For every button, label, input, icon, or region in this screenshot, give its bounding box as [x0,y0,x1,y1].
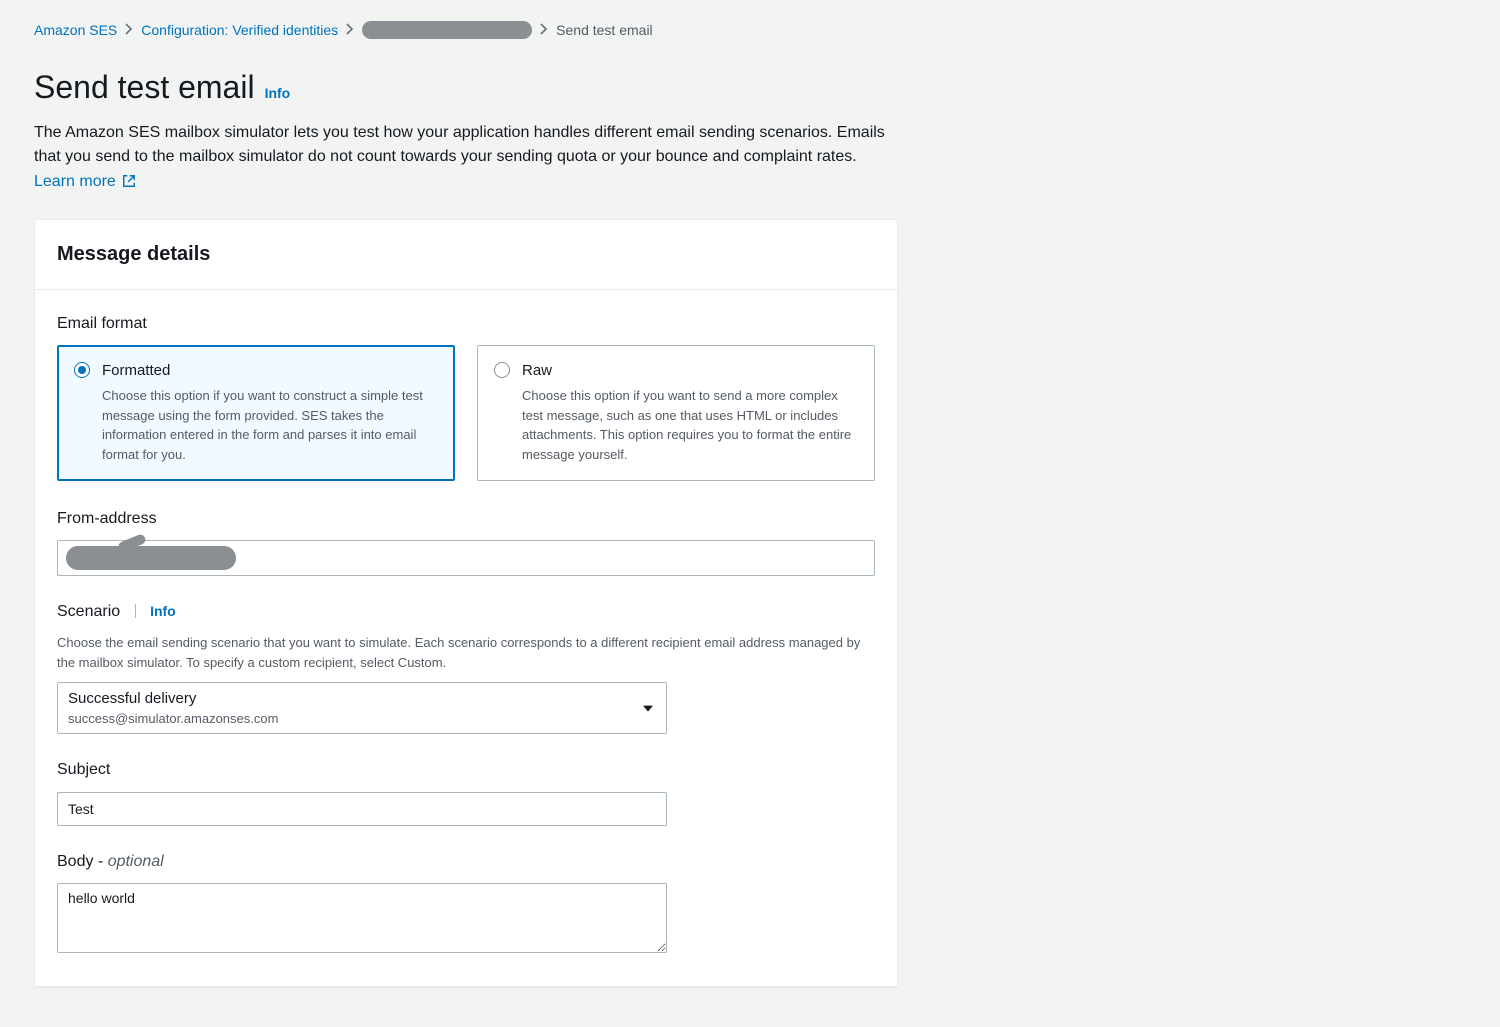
chevron-right-icon [346,20,354,40]
email-format-section: Email format Formatted Choose this optio… [57,312,875,481]
breadcrumb-current: Send test email [556,20,653,40]
from-address-redacted [66,546,236,570]
external-link-icon [122,172,136,197]
scenario-selected-sub: success@simulator.amazonses.com [68,710,630,729]
scenario-desc: Choose the email sending scenario that y… [57,633,875,672]
email-format-option-formatted[interactable]: Formatted Choose this option if you want… [57,345,455,481]
panel-title: Message details [57,240,875,269]
radio-selected-icon [74,362,90,378]
body-optional-label: optional [108,853,164,870]
message-details-panel: Message details Email format Formatted C… [34,219,898,987]
breadcrumb-identity-redacted [362,21,532,39]
body-section: Body - optional [57,850,875,958]
from-address-section: From-address [57,507,875,576]
subject-label: Subject [57,758,875,781]
breadcrumb-link-service[interactable]: Amazon SES [34,20,117,40]
caret-down-icon [643,706,653,712]
option-formatted-title: Formatted [102,360,438,382]
scenario-selected-label: Successful delivery [68,688,630,710]
body-textarea[interactable] [57,883,667,953]
email-format-label: Email format [57,312,875,335]
email-format-option-raw[interactable]: Raw Choose this option if you want to se… [477,345,875,481]
scenario-info-link[interactable]: Info [150,603,176,619]
scenario-select[interactable]: Successful delivery success@simulator.am… [57,682,667,734]
chevron-right-icon [125,20,133,40]
from-address-input[interactable] [57,540,875,576]
breadcrumb-link-config[interactable]: Configuration: Verified identities [141,20,338,40]
radio-unselected-icon [494,362,510,378]
page-description: The Amazon SES mailbox simulator lets yo… [34,121,894,197]
scenario-section: Scenario Info Choose the email sending s… [57,600,875,734]
body-label: Body - [57,853,108,870]
breadcrumb: Amazon SES Configuration: Verified ident… [34,16,1466,50]
info-link[interactable]: Info [265,83,291,103]
subject-input[interactable] [57,792,667,826]
scenario-label: Scenario [57,603,120,620]
from-address-label: From-address [57,507,875,530]
subject-section: Subject [57,758,875,825]
page-title: Send test email [34,64,255,110]
learn-more-link[interactable]: Learn more [34,173,136,190]
option-raw-desc: Choose this option if you want to send a… [522,386,858,464]
chevron-right-icon [540,20,548,40]
option-raw-title: Raw [522,360,858,382]
option-formatted-desc: Choose this option if you want to constr… [102,386,438,464]
